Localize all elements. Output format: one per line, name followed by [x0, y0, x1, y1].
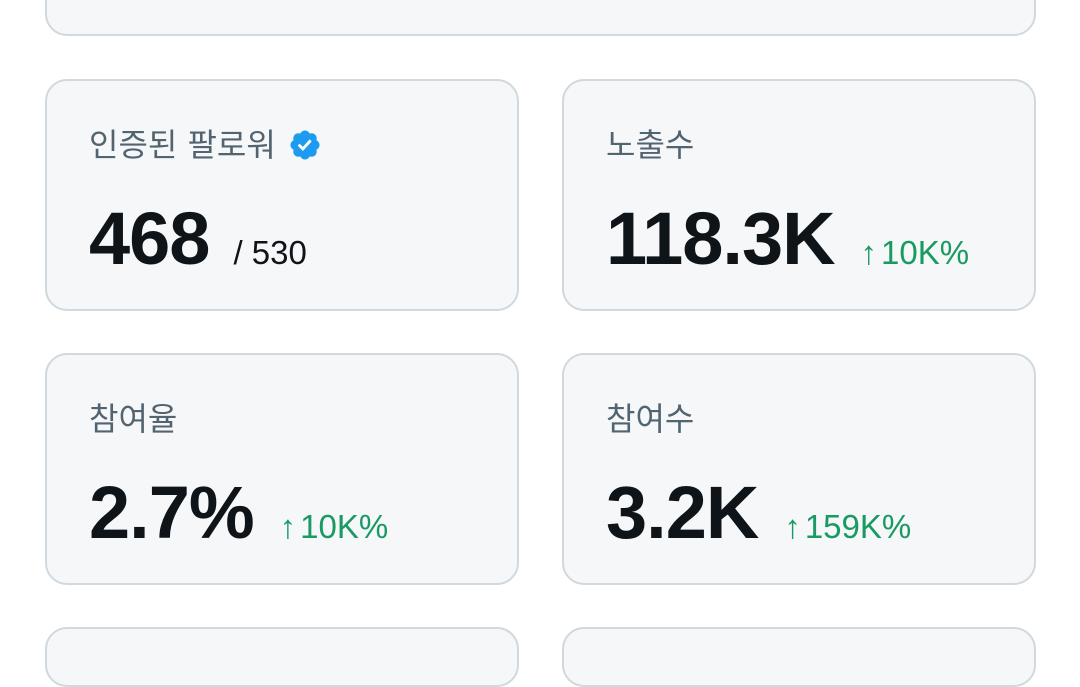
engagements-card[interactable]: 참여수 3.2K ↑ 159K%	[562, 353, 1036, 585]
impressions-value-row: 118.3K ↑ 10K%	[606, 199, 969, 279]
engagement-rate-value: 2.7%	[89, 471, 255, 554]
arrow-up-icon: ↑	[279, 508, 297, 545]
impressions-change: ↑ 10K%	[861, 234, 970, 272]
engagements-label: 참여수	[606, 400, 695, 438]
arrow-up-icon: ↑	[860, 234, 878, 271]
engagement-rate-label: 참여율	[89, 400, 178, 438]
arrow-up-icon: ↑	[784, 508, 801, 545]
previous-card-partial	[45, 0, 1036, 36]
engagements-change-value: 159K%	[804, 508, 912, 545]
engagements-header: 참여수	[606, 397, 694, 441]
verified-followers-value-row: 468 / 530	[89, 199, 307, 279]
engagement-rate-change-value: 10K%	[300, 508, 389, 545]
engagements-change: ↑ 159K%	[784, 508, 911, 546]
next-card-left-partial	[45, 627, 519, 687]
verified-followers-label: 인증된 팔로워	[89, 126, 276, 164]
impressions-label: 노출수	[606, 126, 695, 164]
engagement-rate-card[interactable]: 참여율 2.7% ↑ 10K%	[45, 353, 519, 585]
next-card-right-partial	[562, 627, 1036, 687]
verified-badge-icon	[288, 128, 322, 162]
engagement-rate-value-row: 2.7% ↑ 10K%	[89, 473, 388, 553]
engagements-value: 3.2K	[606, 471, 759, 554]
verified-followers-card[interactable]: 인증된 팔로워 468 / 530	[45, 79, 519, 311]
impressions-card[interactable]: 노출수 118.3K ↑ 10K%	[562, 79, 1036, 311]
verified-followers-total: / 530	[233, 234, 307, 271]
verified-followers-header: 인증된 팔로워	[89, 123, 322, 167]
engagement-rate-header: 참여율	[89, 397, 177, 441]
impressions-change-value: 10K%	[881, 234, 970, 271]
impressions-header: 노출수	[606, 123, 694, 167]
verified-followers-value: 468	[89, 197, 210, 280]
impressions-value: 118.3K	[606, 197, 836, 280]
engagement-rate-change: ↑ 10K%	[280, 508, 389, 546]
engagements-value-row: 3.2K ↑ 159K%	[606, 473, 911, 553]
